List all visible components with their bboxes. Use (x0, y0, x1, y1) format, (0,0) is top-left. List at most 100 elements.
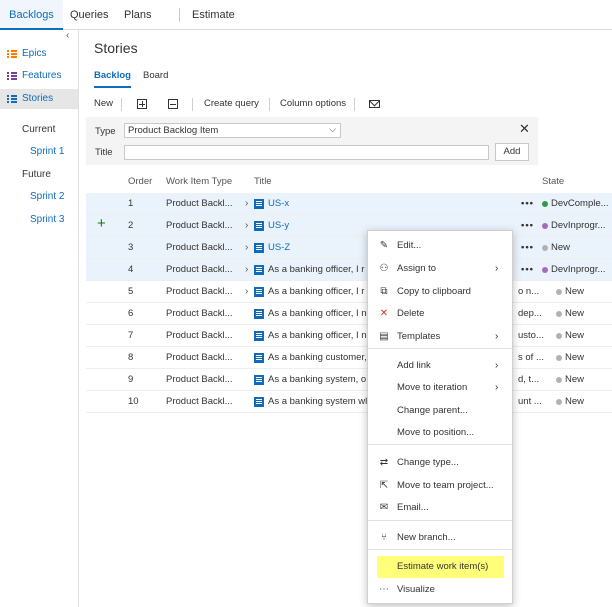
work-item-icon (254, 331, 264, 341)
tab-backlog[interactable]: Backlog (94, 70, 131, 88)
edit-icon: ✎ (379, 240, 389, 251)
table-row[interactable]: 10 Product Backl... As a banking system wl… (86, 391, 612, 413)
menu-item-copy-to-clipboard[interactable]: ⧉ Copy to clipboard (368, 281, 512, 303)
close-icon[interactable]: ✕ (519, 121, 530, 137)
title-input[interactable] (124, 145, 489, 160)
tab-queries[interactable]: Queries (70, 0, 109, 30)
menu-item-assign-to[interactable]: ⚇ Assign to › (368, 258, 512, 280)
toolbar-divider (192, 98, 193, 111)
menu-item-label: Delete (397, 308, 425, 319)
menu-item-templates[interactable]: ▤ Templates › (368, 326, 512, 348)
row-title-link[interactable]: US-Z (268, 237, 368, 259)
sidebar-item-sprint-1[interactable]: Sprint 1 (30, 146, 64, 157)
table-row[interactable]: 1 Product Backl... › US-x ••• DevComple... (86, 193, 612, 215)
context-menu: ✎ Edit... ⚇ Assign to › ⧉ Copy to clipboard ✕ De… (367, 230, 513, 604)
state-dot-icon (556, 333, 562, 339)
sidebar-item-sprint-2[interactable]: Sprint 2 (30, 191, 64, 202)
mail-icon[interactable] (369, 100, 380, 108)
column-header-type[interactable]: Work Item Type (166, 176, 232, 187)
menu-item-move-to-team-project[interactable]: ⇱ Move to team project... (368, 475, 512, 497)
row-title-link[interactable]: As a banking officer, I n (268, 303, 368, 325)
row-title-tail: usto... (518, 330, 544, 341)
sidebar-item-stories[interactable]: Stories (0, 89, 78, 109)
templates-icon: ▤ (379, 331, 389, 342)
new-button[interactable]: New (94, 93, 113, 115)
sidebar-item-sprint-3[interactable]: Sprint 3 (30, 214, 64, 225)
column-header-title[interactable]: Title (254, 176, 272, 187)
add-button[interactable]: Add (495, 143, 529, 161)
menu-item-edit[interactable]: ✎ Edit... (368, 235, 512, 257)
row-title-link[interactable]: As a banking officer, I n (268, 325, 368, 347)
row-state: DevComple... (551, 198, 609, 209)
row-state: New (565, 374, 585, 385)
row-state: New (565, 352, 585, 363)
menu-item-new-branch[interactable]: ⑂ New branch... (368, 527, 512, 549)
menu-item-add-link[interactable]: Add link › (368, 355, 512, 377)
table-row[interactable]: 5 Product Backl... › As a banking officer, … (86, 281, 612, 303)
table-row[interactable]: 8 Product Backl... As a banking customer, s… (86, 347, 612, 369)
expand-chevron-icon[interactable]: › (245, 193, 248, 215)
title-label: Title (95, 147, 113, 158)
table-row[interactable]: 6 Product Backl... As a banking officer, I… (86, 303, 612, 325)
row-order: 8 (128, 352, 134, 363)
table-row[interactable]: 7 Product Backl... As a banking officer, I… (86, 325, 612, 347)
column-header-state[interactable]: State (542, 176, 564, 187)
row-title-link[interactable]: As a banking system wl (268, 391, 368, 413)
table-row[interactable]: 4 Product Backl... › As a banking officer, … (86, 259, 612, 281)
row-type: Product Backl... (166, 198, 233, 209)
row-title-link[interactable]: US-x (268, 193, 368, 215)
more-actions-icon[interactable]: ••• (521, 215, 534, 237)
menu-divider (368, 520, 512, 521)
menu-item-change-type[interactable]: ⇄ Change type... (368, 452, 512, 474)
menu-item-label: Visualize (397, 584, 435, 595)
table-row[interactable]: 3 Product Backl... › US-Z ••• New (86, 237, 612, 259)
expand-chevron-icon[interactable]: › (245, 259, 248, 281)
expand-chevron-icon[interactable]: › (245, 281, 248, 303)
menu-item-label: Templates (397, 331, 441, 342)
tab-backlogs[interactable]: Backlogs (0, 0, 63, 30)
menu-item-estimate-work-item-s[interactable]: Estimate work item(s) (377, 556, 504, 578)
expand-all-icon[interactable] (137, 99, 147, 109)
row-title-link[interactable]: As a banking officer, I r (268, 281, 368, 303)
menu-item-move-to-position[interactable]: Move to position... (368, 422, 512, 444)
create-query-button[interactable]: Create query (204, 93, 259, 115)
sidebar-item-epics[interactable]: Epics (0, 44, 78, 64)
table-row[interactable]: 9 Product Backl... As a banking system, o d… (86, 369, 612, 391)
branch-icon: ⑂ (381, 532, 387, 543)
menu-item-delete[interactable]: ✕ Delete (368, 303, 512, 325)
expand-chevron-icon[interactable]: › (245, 237, 248, 259)
menu-item-email[interactable]: ✉ Email... (368, 497, 512, 519)
row-title-link[interactable]: As a banking system, o (268, 369, 368, 391)
state-dot-icon (542, 223, 548, 229)
more-actions-icon[interactable]: ••• (521, 193, 534, 215)
row-title-tail: s of ... (518, 352, 544, 363)
menu-item-move-to-iteration[interactable]: Move to iteration › (368, 377, 512, 399)
tab-board[interactable]: Board (143, 70, 168, 81)
column-options-button[interactable]: Column options (280, 93, 346, 115)
row-state: New (565, 396, 585, 407)
type-select[interactable]: Product Backlog Item ⌵ (124, 123, 341, 138)
column-header-order[interactable]: Order (128, 176, 152, 187)
menu-item-label: Move to team project... (397, 480, 494, 491)
sidebar-item-features[interactable]: Features (0, 66, 78, 86)
state-dot-icon (556, 377, 562, 383)
expand-chevron-icon[interactable]: › (245, 215, 248, 237)
row-title-link[interactable]: As a banking officer, I r (268, 259, 368, 281)
more-actions-icon[interactable]: ••• (521, 259, 534, 281)
row-title-link[interactable]: As a banking customer, (268, 347, 368, 369)
menu-item-visualize[interactable]: ⋯ Visualize (368, 579, 512, 601)
collapse-pane-icon[interactable]: ‹ (66, 30, 69, 41)
tab-estimate[interactable]: Estimate (192, 0, 235, 30)
table-row[interactable]: 2 Product Backl... › US-y ••• DevInprogr... (86, 215, 612, 237)
add-child-icon[interactable]: + (97, 215, 106, 232)
row-title-link[interactable]: US-y (268, 215, 368, 237)
menu-item-change-parent[interactable]: Change parent... (368, 400, 512, 422)
row-type: Product Backl... (166, 286, 233, 297)
tab-plans[interactable]: Plans (124, 0, 152, 30)
more-actions-icon[interactable]: ••• (521, 237, 534, 259)
menu-divider (368, 444, 512, 445)
row-type: Product Backl... (166, 242, 233, 253)
state-dot-icon (542, 267, 548, 273)
collapse-all-icon[interactable] (168, 99, 178, 109)
row-type: Product Backl... (166, 220, 233, 231)
